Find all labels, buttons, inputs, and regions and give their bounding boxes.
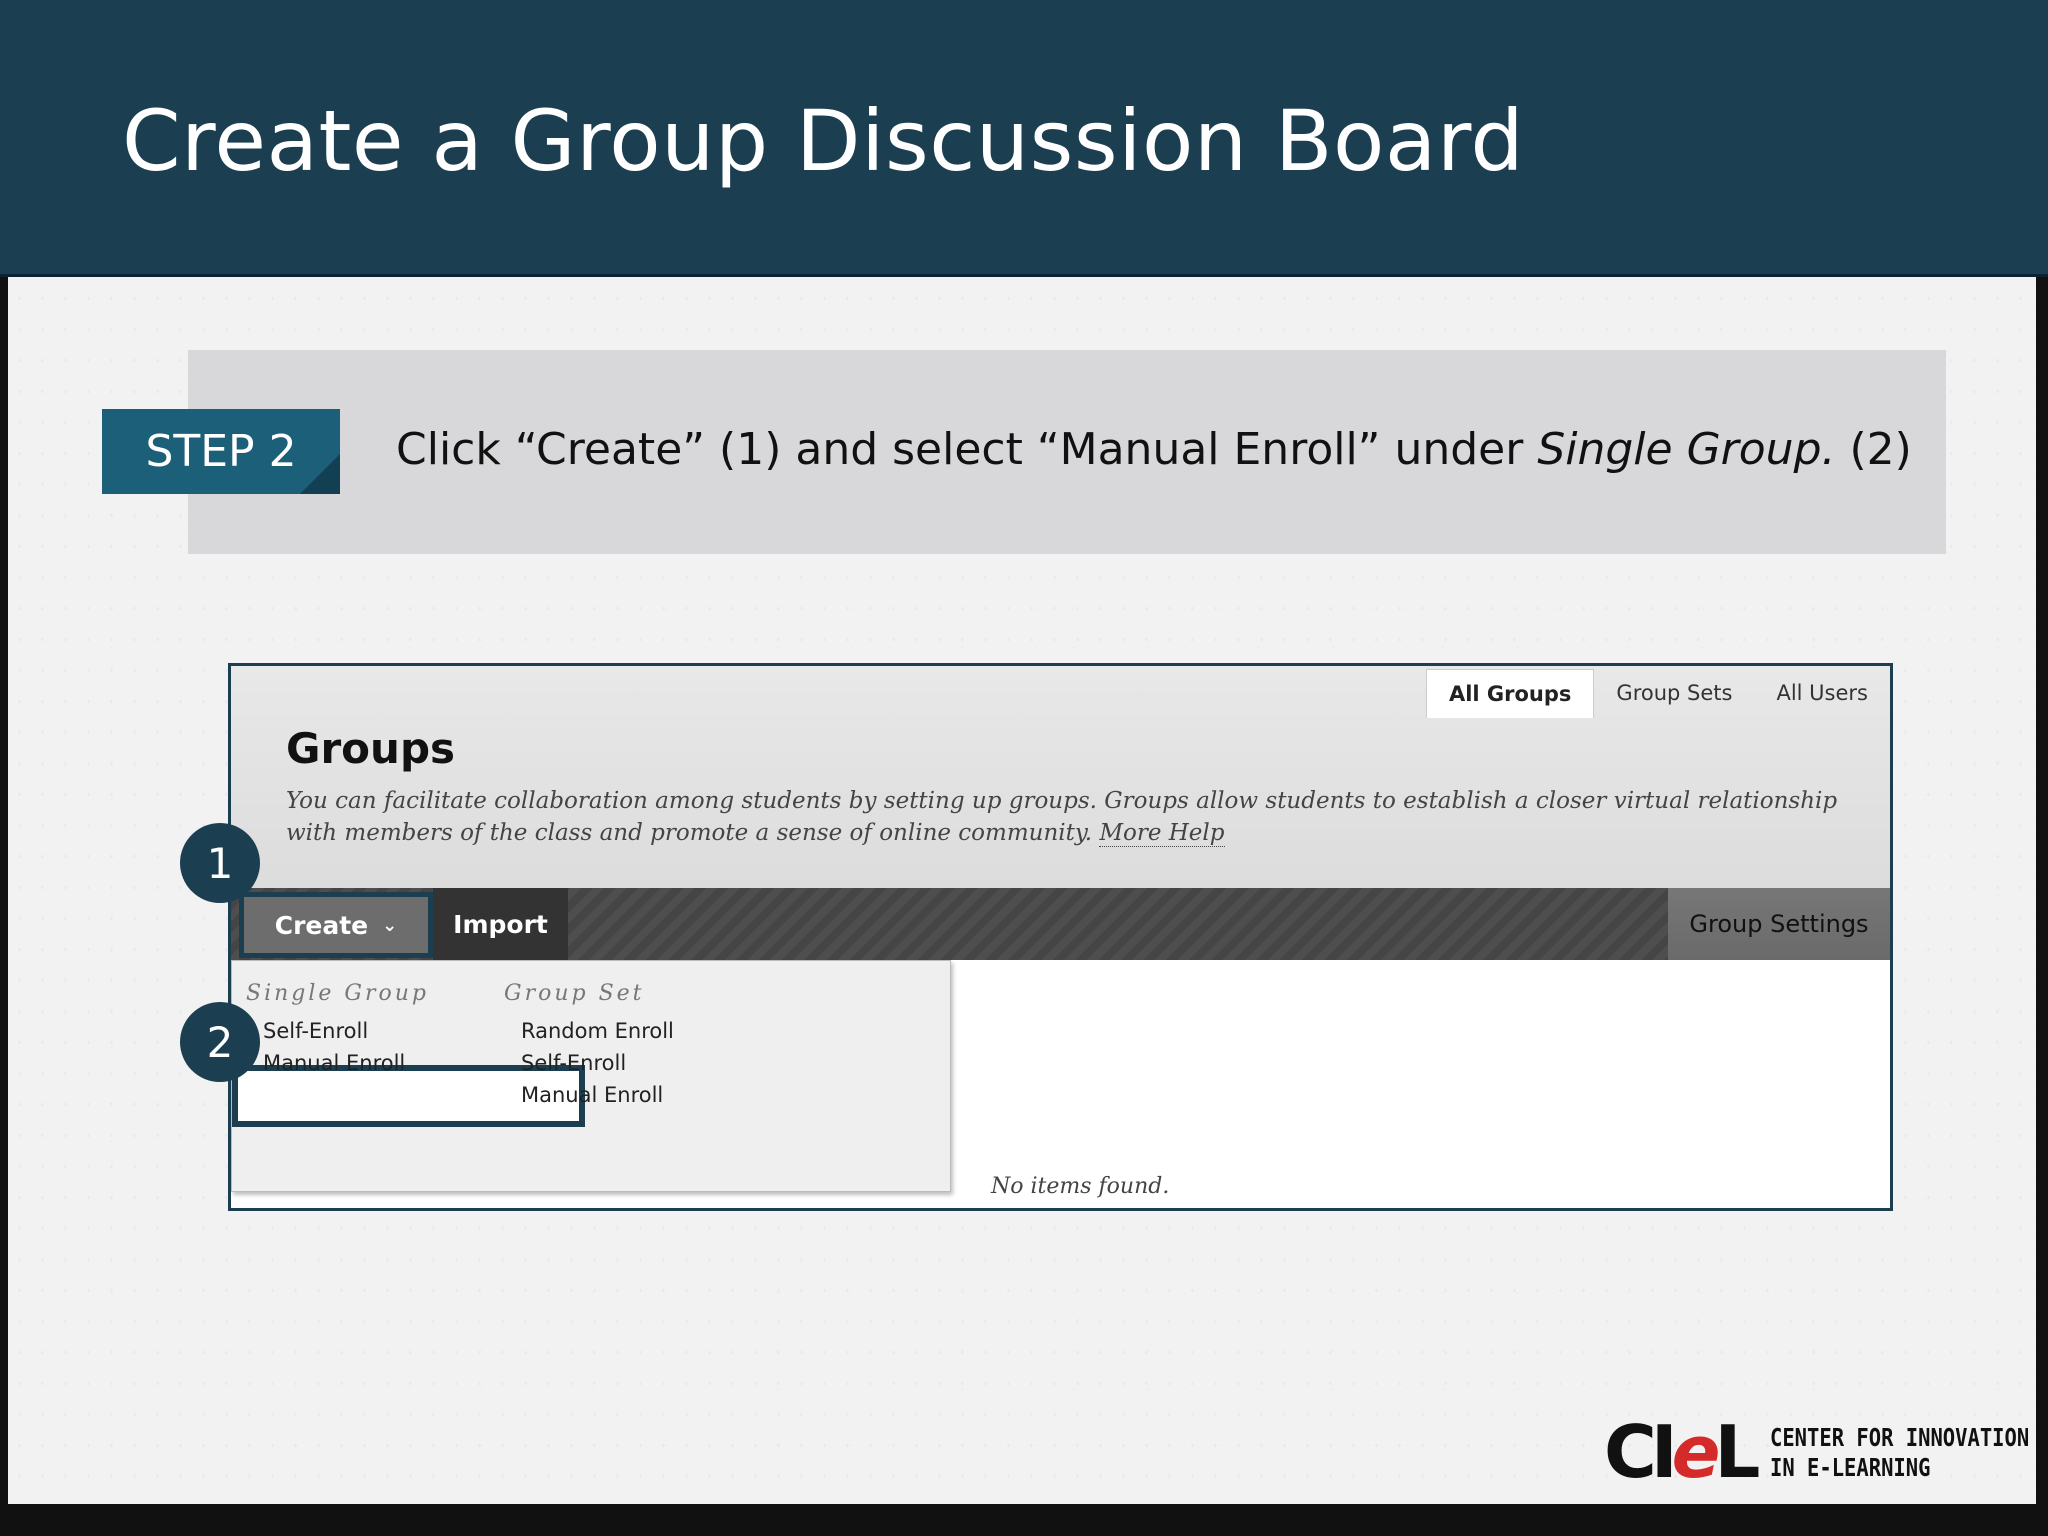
single-group-heading: Single Group [246, 981, 429, 1006]
callout-2: 2 [180, 1002, 260, 1082]
menu-item-set-self-enroll[interactable]: Self-Enroll [521, 1051, 626, 1075]
description-text: You can facilitate collaboration among s… [286, 788, 1838, 846]
page-title: Groups [286, 724, 456, 773]
group-tabs: All Groups Group Sets All Users [1425, 669, 1890, 718]
logo-letter-l: L [1714, 1410, 1760, 1494]
step-label: STEP 2 [145, 426, 297, 477]
ciel-logo: CIeL [1604, 1410, 1760, 1494]
logo-line-1: CENTER FOR INNOVATION [1770, 1423, 2030, 1452]
tab-all-users[interactable]: All Users [1754, 669, 1890, 717]
group-set-heading: Group Set [504, 981, 645, 1006]
create-dropdown-menu: Single Group Group Set Self-Enroll Manua… [231, 960, 951, 1192]
callout-1: 1 [180, 823, 260, 903]
menu-item-single-self-enroll[interactable]: Self-Enroll [263, 1019, 368, 1043]
empty-message: No items found. [991, 1174, 1170, 1199]
more-help-link[interactable]: More Help [1099, 820, 1225, 847]
group-settings-button[interactable]: Group Settings [1668, 888, 1890, 960]
slide-title: Create a Group Discussion Board [122, 92, 1525, 190]
title-bar: Create a Group Discussion Board [0, 0, 2048, 277]
instruction-part-1: Click “Create” (1) and select “Manual En… [396, 424, 1538, 475]
menu-item-set-random-enroll[interactable]: Random Enroll [521, 1019, 674, 1043]
instruction-italic: Single Group. [1537, 424, 1836, 475]
tab-group-sets[interactable]: Group Sets [1594, 669, 1754, 717]
groups-screenshot: All Groups Group Sets All Users Groups Y… [228, 663, 1893, 1211]
logo-letter-i: I [1650, 1410, 1678, 1494]
groups-header: All Groups Group Sets All Users Groups Y… [231, 666, 1890, 892]
import-button[interactable]: Import [433, 888, 568, 960]
tab-all-groups[interactable]: All Groups [1425, 669, 1595, 718]
menu-item-single-manual-enroll[interactable]: Manual Enroll [263, 1051, 405, 1075]
chevron-down-icon: ⌄ [382, 914, 398, 936]
step-instruction: Click “Create” (1) and select “Manual En… [396, 424, 1912, 475]
logo-letter-c: C [1604, 1410, 1657, 1494]
logo-text: CENTER FOR INNOVATION IN E-LEARNING [1770, 1423, 2029, 1483]
logo-line-2: IN E-LEARNING [1770, 1453, 1931, 1482]
instruction-part-2: (2) [1835, 424, 1912, 475]
create-button[interactable]: Create ⌄ [239, 892, 433, 958]
logo-letter-e: e [1671, 1410, 1721, 1494]
page-description: You can facilitate collaboration among s… [286, 785, 1846, 849]
menu-item-set-manual-enroll[interactable]: Manual Enroll [521, 1083, 663, 1107]
create-label: Create [274, 910, 369, 940]
